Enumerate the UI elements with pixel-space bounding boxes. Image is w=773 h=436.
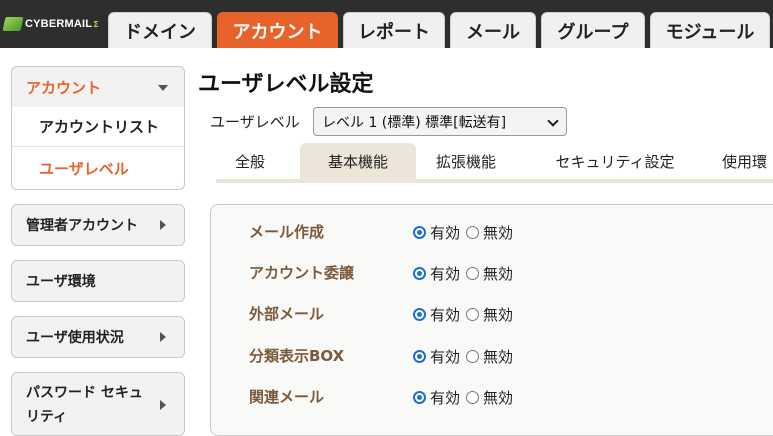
radio-label-disabled: 無効 bbox=[483, 224, 514, 242]
radio-label-disabled: 無効 bbox=[483, 348, 514, 366]
radio-disabled[interactable] bbox=[466, 226, 480, 239]
nav-tab-account[interactable]: アカウント bbox=[217, 12, 338, 48]
nav-tab-label: モジュール bbox=[665, 21, 755, 43]
radio-label-enabled: 有効 bbox=[430, 348, 461, 366]
chevron-right-icon bbox=[160, 220, 166, 230]
radio-enabled[interactable] bbox=[413, 350, 426, 363]
sidebar-item-label-line2: リティ bbox=[26, 409, 68, 425]
tab-label: 拡張機能 bbox=[435, 152, 496, 171]
nav-tab-module[interactable]: モジュール bbox=[650, 12, 770, 48]
nav-tab-label: グループ bbox=[557, 21, 629, 43]
radio-enabled[interactable] bbox=[413, 226, 426, 239]
radio-enabled[interactable] bbox=[413, 267, 426, 280]
radio-label-enabled: 有効 bbox=[430, 306, 461, 324]
radio-enabled[interactable] bbox=[413, 308, 426, 321]
radio-label-enabled: 有効 bbox=[430, 265, 461, 283]
sidebar-item-admin-account[interactable]: 管理者アカウント bbox=[11, 204, 185, 246]
radio-group-account-delegation: 有効 無効 bbox=[413, 263, 519, 284]
sidebar-item-label: 管理者アカウント bbox=[26, 218, 138, 234]
page-title: ユーザレベル設定 bbox=[198, 72, 374, 97]
sidebar-item-account[interactable]: アカウント bbox=[12, 67, 184, 107]
nav-tab-group[interactable]: グループ bbox=[541, 12, 645, 48]
tab-label: セキュリティ設定 bbox=[555, 152, 675, 171]
nav-tab-mail[interactable]: メール bbox=[450, 12, 536, 48]
logo-text: CYBERMAIL bbox=[25, 18, 93, 30]
row-label-related-mail: 関連メール bbox=[249, 388, 325, 406]
subtab-underline bbox=[216, 179, 773, 183]
row-label-category-box: 分類表示BOX bbox=[249, 347, 345, 365]
sidebar-item-user-usage[interactable]: ユーザ使用状況 bbox=[11, 316, 185, 358]
sidebar-item-account-list[interactable]: アカウントリスト bbox=[12, 107, 184, 147]
radio-label-disabled: 無効 bbox=[483, 265, 514, 283]
radio-label-enabled: 有効 bbox=[430, 224, 461, 242]
radio-group-category-box: 有効 無効 bbox=[413, 346, 519, 367]
chevron-right-icon bbox=[160, 400, 166, 410]
sidebar-item-label: パスワード セキュ リティ bbox=[26, 381, 143, 429]
radio-disabled[interactable] bbox=[466, 267, 480, 280]
tab-label: 基本機能 bbox=[327, 152, 388, 171]
radio-disabled[interactable] bbox=[466, 350, 480, 363]
logo-icon bbox=[2, 17, 24, 31]
row-label-mail-compose: メール作成 bbox=[249, 223, 325, 241]
chevron-down-icon bbox=[158, 85, 168, 91]
tab-extended-features[interactable]: 拡張機能 bbox=[422, 143, 510, 179]
logo-sigma: Σ bbox=[93, 19, 99, 29]
radio-group-external-mail: 有効 無効 bbox=[413, 304, 519, 325]
sidebar-item-label: ユーザレベル bbox=[39, 159, 129, 178]
sidebar-account-group: アカウント アカウントリスト ユーザレベル bbox=[11, 66, 185, 190]
sidebar-item-label: ユーザ使用状況 bbox=[26, 330, 124, 346]
nav-tab-report[interactable]: レポート bbox=[343, 12, 445, 48]
sidebar-item-user-environment[interactable]: ユーザ環境 bbox=[11, 260, 185, 302]
sidebar-item-label: アカウントリスト bbox=[39, 118, 160, 136]
top-navigation-bar: CYBERMAIL Σ ドメイン アカウント レポート メール グループ モジュ… bbox=[0, 0, 773, 48]
sidebar-item-password-security[interactable]: パスワード セキュ リティ bbox=[11, 372, 185, 436]
cybermail-logo: CYBERMAIL Σ bbox=[2, 14, 99, 34]
sidebar-item-label-line1: パスワード セキュ bbox=[26, 385, 143, 401]
nav-tab-label: ドメイン bbox=[124, 21, 196, 43]
tab-basic-features[interactable]: 基本機能 bbox=[300, 143, 416, 179]
radio-label-enabled: 有効 bbox=[430, 389, 461, 407]
tab-label: 全般 bbox=[234, 152, 265, 171]
radio-group-mail-compose: 有効 無効 bbox=[413, 222, 519, 243]
sidebar-item-label: アカウント bbox=[26, 78, 102, 97]
tab-security-settings[interactable]: セキュリティ設定 bbox=[538, 143, 692, 179]
radio-group-related-mail: 有効 無効 bbox=[413, 387, 519, 408]
tab-label: 使用環 bbox=[722, 152, 768, 171]
sidebar-item-user-level[interactable]: ユーザレベル bbox=[12, 147, 184, 189]
radio-label-disabled: 無効 bbox=[483, 306, 514, 324]
sidebar-item-label: ユーザ環境 bbox=[26, 274, 96, 290]
user-level-label: ユーザレベル bbox=[210, 113, 300, 131]
row-label-external-mail: 外部メール bbox=[249, 305, 325, 323]
tab-general[interactable]: 全般 bbox=[216, 143, 284, 179]
nav-tab-label: レポート bbox=[358, 21, 430, 43]
radio-disabled[interactable] bbox=[466, 308, 480, 321]
chevron-right-icon bbox=[160, 332, 166, 342]
radio-enabled[interactable] bbox=[413, 391, 426, 404]
nav-tab-label: アカウント bbox=[232, 21, 323, 43]
chevron-down-icon bbox=[547, 115, 559, 127]
tab-usage-environment[interactable]: 使用環 bbox=[722, 143, 773, 179]
radio-label-disabled: 無効 bbox=[483, 389, 514, 407]
nav-tab-domain[interactable]: ドメイン bbox=[108, 12, 212, 48]
row-label-account-delegation: アカウント委譲 bbox=[249, 264, 355, 282]
radio-disabled[interactable] bbox=[466, 391, 480, 404]
user-level-select-value: レベル 1 (標準) 標準[転送有] bbox=[322, 114, 507, 131]
nav-tab-label: メール bbox=[466, 21, 520, 43]
user-level-select[interactable]: レベル 1 (標準) 標準[転送有] bbox=[313, 107, 567, 136]
